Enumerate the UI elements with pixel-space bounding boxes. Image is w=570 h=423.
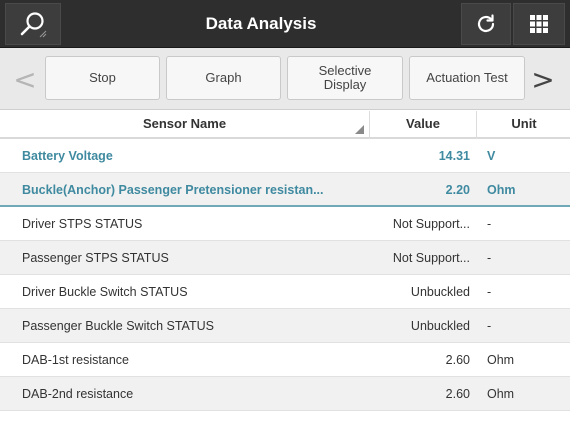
column-header-sensor-name[interactable]: Sensor Name bbox=[0, 111, 370, 139]
sensor-unit: - bbox=[487, 285, 492, 299]
stop-button[interactable]: Stop bbox=[45, 56, 160, 100]
table-row[interactable]: Driver STPS STATUS Not Support... - bbox=[0, 207, 570, 241]
refresh-icon bbox=[477, 14, 495, 33]
sensor-unit: - bbox=[487, 319, 492, 333]
table-row[interactable]: Battery Voltage 14.31 V bbox=[0, 139, 570, 173]
table-row[interactable]: DAB-1st resistance 2.60 Ohm bbox=[0, 343, 570, 377]
sensor-value: Not Support... bbox=[392, 251, 470, 265]
sensor-unit: - bbox=[487, 217, 492, 231]
toolbar-prev-arrow[interactable]: < bbox=[8, 48, 42, 110]
search-icon bbox=[20, 12, 47, 38]
column-header-value[interactable]: Value bbox=[370, 111, 477, 139]
sensor-unit: Ohm bbox=[487, 353, 515, 367]
search-button[interactable] bbox=[5, 3, 61, 45]
sensor-unit: Ohm bbox=[487, 387, 515, 401]
sensor-value: 2.20 bbox=[445, 183, 470, 197]
sensor-value: Unbuckled bbox=[410, 285, 470, 299]
sensor-value: Unbuckled bbox=[410, 319, 470, 333]
sensor-name: Battery Voltage bbox=[22, 149, 113, 163]
selective-display-button[interactable]: Selective Display bbox=[287, 56, 403, 100]
sensor-name: DAB-1st resistance bbox=[22, 353, 129, 367]
sensor-unit: V bbox=[487, 149, 496, 163]
table-header: Sensor Name Value Unit bbox=[0, 111, 570, 139]
sensor-value: Not Support... bbox=[392, 217, 470, 231]
sensor-value: 2.60 bbox=[445, 353, 470, 367]
table-row[interactable]: Passenger Buckle Switch STATUS Unbuckled… bbox=[0, 309, 570, 343]
sensor-name: Passenger STPS STATUS bbox=[22, 251, 169, 265]
toolbar: < Stop Graph Selective Display Actuation… bbox=[0, 48, 570, 110]
sensor-name: Buckle(Anchor) Passenger Pretensioner re… bbox=[22, 183, 324, 197]
table-row[interactable]: Driver Buckle Switch STATUS Unbuckled - bbox=[0, 275, 570, 309]
sensor-name: DAB-2nd resistance bbox=[22, 387, 134, 401]
actuation-test-button[interactable]: Actuation Test bbox=[409, 56, 525, 100]
sensor-table-body: Battery Voltage 14.31 V Buckle(Anchor) P… bbox=[0, 139, 570, 411]
sensor-value: 2.60 bbox=[445, 387, 470, 401]
table-row[interactable]: DAB-2nd resistance 2.60 Ohm bbox=[0, 377, 570, 411]
sensor-unit: - bbox=[487, 251, 492, 265]
page-title: Data Analysis bbox=[205, 14, 317, 33]
grid-menu-icon bbox=[530, 15, 548, 33]
graph-button[interactable]: Graph bbox=[166, 56, 281, 100]
sensor-name: Passenger Buckle Switch STATUS bbox=[22, 319, 214, 333]
grid-menu-button[interactable] bbox=[513, 3, 565, 45]
sensor-value: 14.31 bbox=[438, 149, 470, 163]
refresh-button[interactable] bbox=[461, 3, 511, 45]
app-header: Data Analysis bbox=[0, 0, 570, 48]
sensor-name: Driver STPS STATUS bbox=[22, 217, 143, 231]
column-header-unit[interactable]: Unit bbox=[478, 111, 570, 139]
sensor-name: Driver Buckle Switch STATUS bbox=[22, 285, 188, 299]
toolbar-next-arrow[interactable]: > bbox=[526, 48, 560, 110]
table-row[interactable]: Passenger STPS STATUS Not Support... - bbox=[0, 241, 570, 275]
sensor-unit: Ohm bbox=[487, 183, 516, 197]
sort-indicator-icon bbox=[355, 125, 364, 134]
table-row[interactable]: Buckle(Anchor) Passenger Pretensioner re… bbox=[0, 173, 570, 207]
